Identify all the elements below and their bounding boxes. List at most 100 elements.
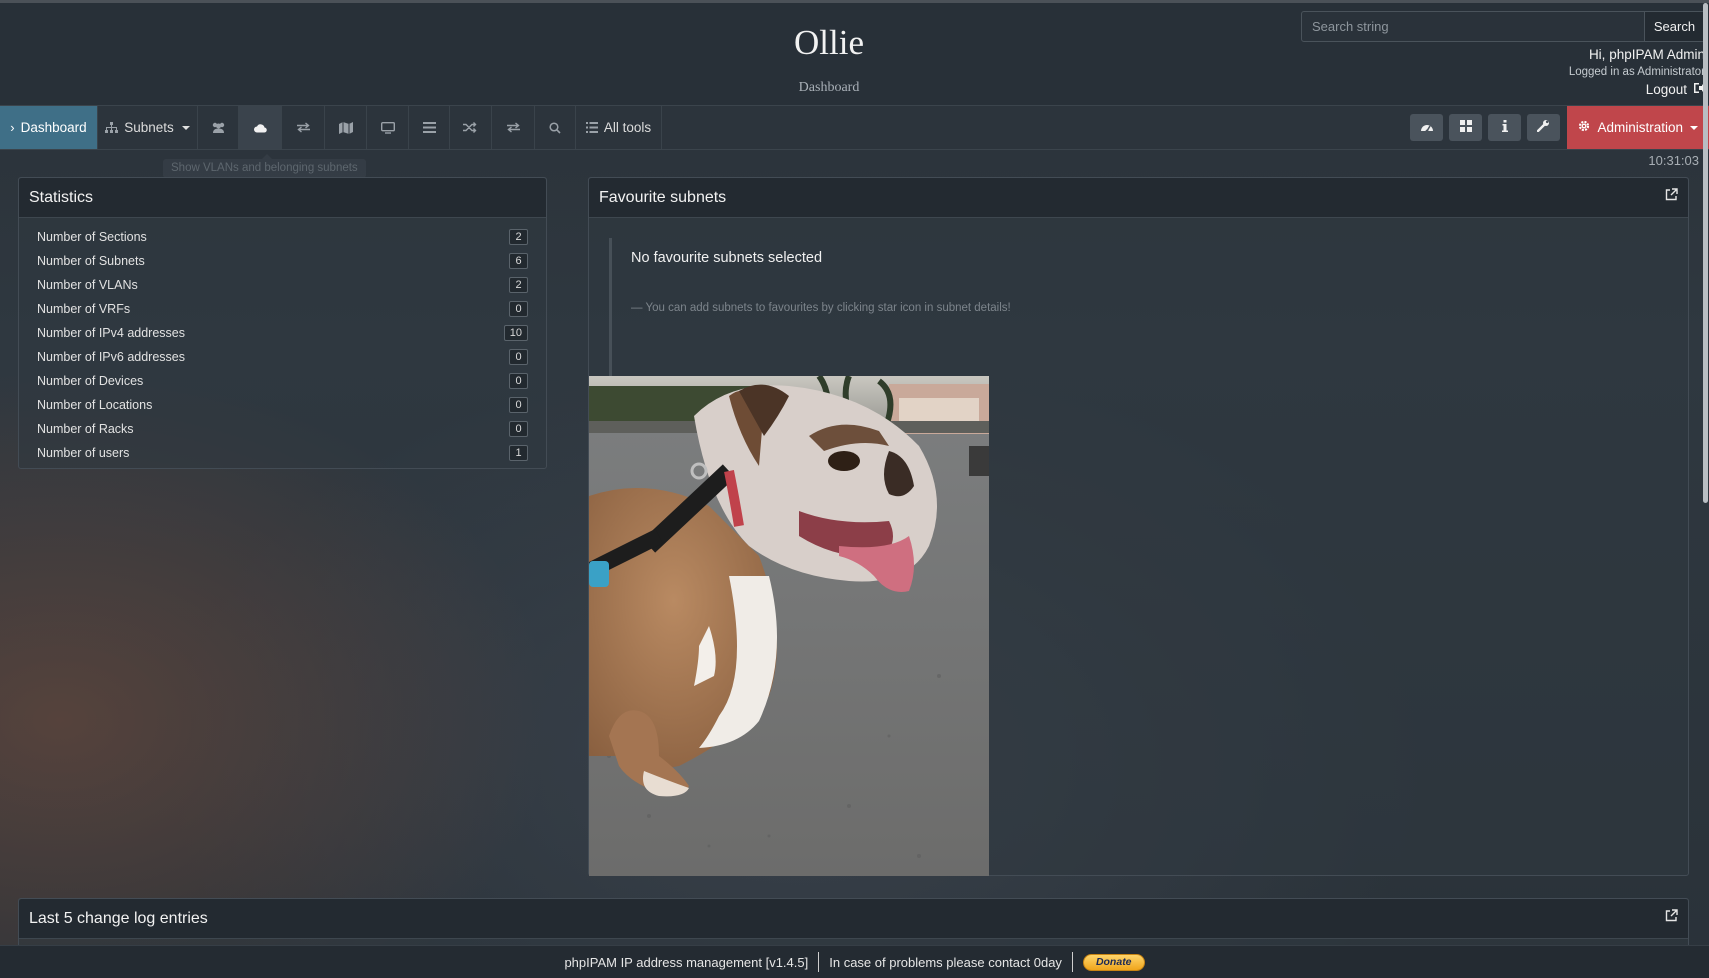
stat-label: Number of users (37, 446, 130, 460)
stat-row: Number of Devices 0 (37, 369, 528, 393)
nav-users[interactable] (198, 106, 239, 149)
footer-divider (818, 952, 820, 972)
stat-label: Number of VRFs (37, 302, 131, 316)
page-header: Ollie Dashboard Search Hi, phpIPAM Admin… (0, 3, 1709, 105)
nav-all-tools-label: All tools (603, 120, 652, 135)
page-scrollbar[interactable] (1703, 3, 1708, 503)
stat-count-badge: 0 (509, 373, 528, 389)
nav-subnets-label: Subnets (124, 120, 174, 135)
footer-contact[interactable]: In case of problems please contact 0day (829, 955, 1062, 970)
nav-devices[interactable] (367, 106, 409, 149)
stat-row: Number of users 1 (37, 441, 528, 465)
stat-row: Number of VRFs 0 (37, 297, 528, 321)
user-info: Hi, phpIPAM Admin Logged in as Administr… (1569, 47, 1705, 97)
external-link-icon[interactable] (1665, 188, 1678, 206)
favourite-subnets-panel: Favourite subnets No favourite subnets s… (588, 177, 1689, 876)
stat-count-badge: 2 (509, 229, 528, 245)
main-navbar: › Dashboard Subnets All tools Administra… (0, 105, 1709, 150)
external-link-icon[interactable] (1665, 909, 1678, 927)
nav-exchange-2[interactable] (492, 106, 535, 149)
stat-label: Number of Locations (37, 398, 153, 412)
administration-menu[interactable]: Administration (1567, 106, 1709, 149)
footer-divider (1071, 952, 1073, 972)
search-input[interactable] (1302, 12, 1644, 41)
nav-exchange-1[interactable] (282, 106, 325, 149)
stat-count-badge: 0 (509, 421, 528, 437)
search-icon (549, 121, 561, 134)
stat-count-badge: 0 (509, 397, 528, 413)
nav-search[interactable] (535, 106, 576, 149)
stat-count-badge: 10 (503, 325, 528, 341)
nav-dashboard-label: Dashboard (20, 120, 87, 135)
donate-button[interactable]: Donate (1082, 953, 1145, 971)
empty-favourites-hint: — You can add subnets to favourites by c… (631, 302, 1011, 314)
stat-label: Number of VLANs (37, 278, 138, 292)
logout-link[interactable]: Logout (1569, 82, 1705, 97)
statistics-title: Statistics (29, 188, 94, 206)
nav-subnets[interactable]: Subnets (98, 106, 198, 149)
logout-label: Logout (1645, 82, 1687, 97)
stat-row: Number of Sections 2 (37, 225, 528, 249)
nav-dashboard[interactable]: › Dashboard (0, 106, 98, 149)
search-form: Search (1301, 11, 1705, 42)
gear-icon (1578, 120, 1590, 135)
stat-row: Number of Subnets 6 (37, 249, 528, 273)
nav-all-tools[interactable]: All tools (576, 106, 662, 149)
stat-label: Number of IPv4 addresses (37, 326, 185, 340)
random-icon (463, 122, 478, 133)
stat-row: Number of Locations 0 (37, 393, 528, 417)
page-footer: phpIPAM IP address management [v1.4.5] I… (0, 945, 1709, 978)
changelog-title: Last 5 change log entries (29, 909, 208, 927)
changelog-header: Last 5 change log entries (19, 899, 1688, 939)
stat-label: Number of Devices (37, 374, 144, 388)
logged-in-as: Logged in as Administrator (1568, 66, 1705, 78)
chevron-down-icon (181, 125, 190, 130)
stat-label: Number of IPv6 addresses (37, 350, 185, 364)
list-icon (585, 122, 598, 133)
map-icon (338, 121, 353, 134)
stat-count-badge: 6 (509, 253, 528, 269)
nav-random[interactable] (450, 106, 492, 149)
sitemap-icon (105, 121, 119, 134)
empty-favourites-quote: No favourite subnets selected — You can … (609, 238, 1011, 390)
info-button[interactable] (1488, 114, 1522, 141)
statistics-list: Number of Sections 2 Number of Subnets 6 N… (19, 218, 546, 465)
stat-count-badge: 0 (509, 301, 528, 317)
dashboard-widgets-button[interactable] (1410, 114, 1444, 141)
stat-count-badge: 0 (509, 349, 528, 365)
cloud-icon (253, 122, 268, 133)
statistics-panel: Statistics Number of Sections 2 Number of… (18, 177, 547, 469)
stat-label: Number of Racks (37, 422, 134, 436)
footer-app-version[interactable]: phpIPAM IP address management [v1.4.5] (564, 955, 808, 970)
favourites-header: Favourite subnets (589, 178, 1688, 218)
stat-row: Number of IPv4 addresses 10 (37, 321, 528, 345)
site-subtitle: Dashboard (798, 80, 860, 95)
wrench-icon (1537, 119, 1550, 137)
empty-favourites-title: No favourite subnets selected (631, 250, 823, 266)
settings-button[interactable] (1527, 114, 1561, 141)
clock: 10:31:03 (1648, 153, 1699, 168)
nav-vlans[interactable] (239, 106, 282, 149)
search-button[interactable]: Search (1644, 12, 1704, 41)
nav-map[interactable] (325, 106, 367, 149)
stat-label: Number of Subnets (37, 254, 145, 268)
chevron-down-icon (1690, 125, 1698, 130)
user-greeting: Hi, phpIPAM Admin (1588, 47, 1705, 62)
stat-row: Number of Racks 0 (37, 417, 528, 441)
bulldog-photo (589, 376, 989, 876)
stat-row: Number of VLANs 2 (37, 273, 528, 297)
administration-label: Administration (1597, 120, 1683, 135)
stat-count-badge: 1 (509, 445, 528, 461)
navbar-right-tools: Administration (1410, 106, 1709, 149)
nav-list[interactable] (409, 106, 450, 149)
grid-icon (1459, 119, 1472, 137)
grid-button[interactable] (1449, 114, 1483, 141)
info-icon (1501, 119, 1508, 137)
statistics-header: Statistics (19, 178, 546, 218)
dashboard-gauge-icon (1420, 119, 1434, 137)
stat-row: Number of IPv6 addresses 0 (37, 345, 528, 369)
chevron-right-icon: › (10, 120, 15, 135)
desktop-icon (380, 121, 395, 134)
exchange-icon (296, 122, 311, 133)
nav-tooltip: Show VLANs and belonging subnets (163, 159, 366, 178)
